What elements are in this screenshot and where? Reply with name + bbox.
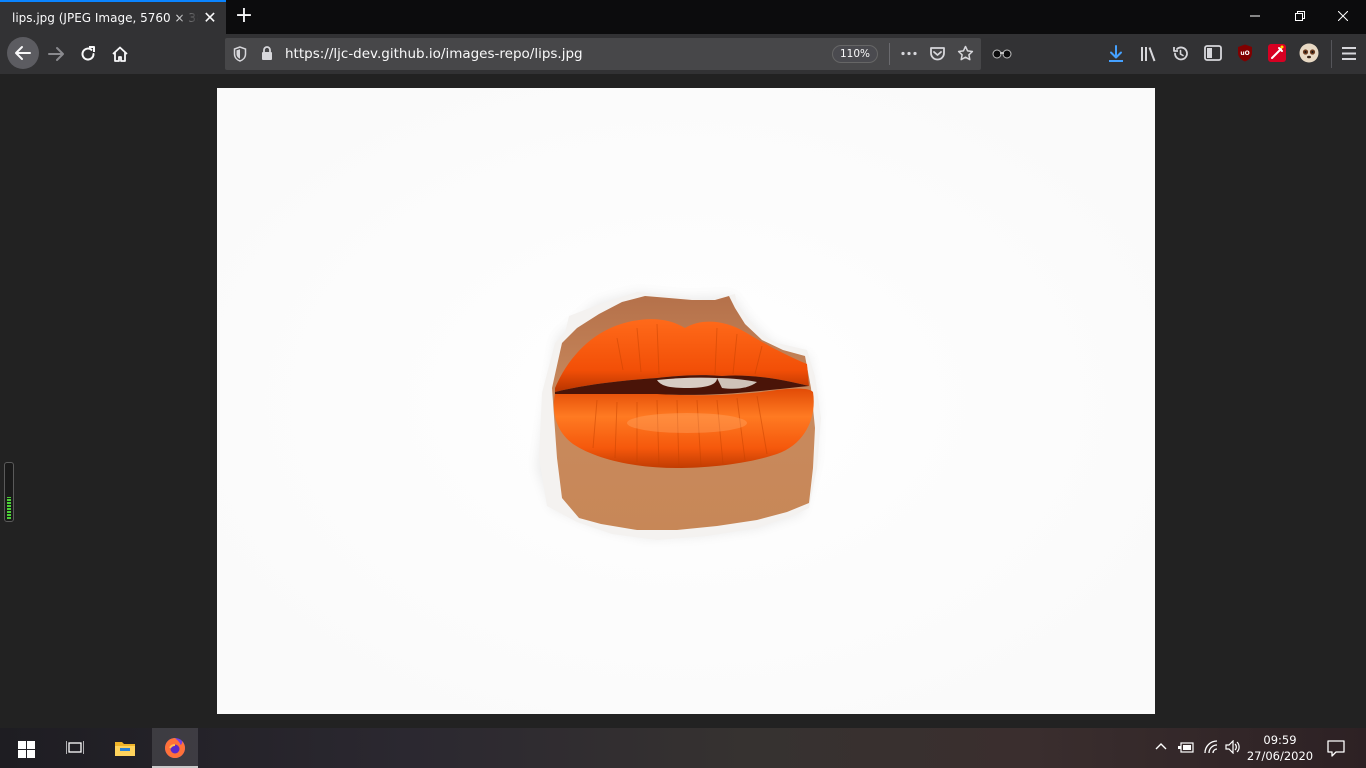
firefox-icon — [165, 738, 185, 758]
hamburger-menu-icon[interactable] — [1342, 47, 1356, 60]
lips-photo — [217, 88, 1155, 714]
tracking-protection-shield-icon[interactable] — [233, 46, 247, 62]
windows-taskbar: 09:59 27/06/2020 — [0, 728, 1366, 768]
downloads-icon[interactable] — [1108, 45, 1124, 63]
close-window-button[interactable] — [1320, 0, 1366, 32]
tab-lips-jpg[interactable]: lips.jpg (JPEG Image, 5760 × 3840 pixels… — [0, 0, 226, 34]
battery-icon[interactable] — [1178, 741, 1194, 753]
profile-avatar-icon[interactable] — [1299, 43, 1319, 63]
pocket-icon[interactable] — [929, 45, 946, 62]
task-view-icon — [66, 741, 84, 754]
svg-text:uO: uO — [1240, 50, 1249, 57]
sidebar-icon[interactable] — [1204, 45, 1222, 61]
close-tab-icon[interactable]: ✕ — [202, 10, 218, 26]
start-button[interactable] — [0, 728, 52, 768]
url-bar-divider — [889, 43, 890, 65]
home-button[interactable] — [104, 38, 136, 70]
windows-logo-icon — [18, 741, 35, 758]
ublock-origin-icon[interactable]: uO — [1237, 44, 1253, 62]
private-mask-icon[interactable] — [992, 49, 1012, 59]
task-view-button[interactable] — [52, 728, 98, 768]
toolbar-divider — [1331, 40, 1332, 68]
extension-red-icon[interactable] — [1268, 44, 1286, 62]
tab-title: lips.jpg (JPEG Image, 5760 × 3840 pixels… — [12, 11, 198, 25]
system-clock[interactable]: 09:59 27/06/2020 — [1244, 732, 1316, 764]
history-icon[interactable] — [1172, 45, 1189, 62]
folder-icon — [115, 742, 135, 756]
forward-button[interactable] — [40, 38, 72, 70]
clock-time: 09:59 — [1263, 733, 1297, 747]
back-button[interactable] — [7, 37, 39, 69]
wifi-icon[interactable] — [1204, 740, 1220, 754]
tab-strip: lips.jpg (JPEG Image, 5760 × 3840 pixels… — [0, 0, 1366, 34]
lock-icon[interactable] — [261, 46, 273, 61]
displayed-image[interactable] — [217, 88, 1155, 714]
minimize-button[interactable] — [1232, 0, 1278, 32]
zoom-level-badge[interactable]: 110% — [832, 45, 878, 63]
volume-level-fill — [7, 497, 11, 519]
volume-icon[interactable] — [1225, 740, 1241, 754]
address-bar[interactable]: https://ljc-dev.github.io/images-repo/li… — [225, 38, 981, 70]
volume-level-indicator — [4, 462, 14, 522]
new-tab-button[interactable]: + — [234, 5, 254, 27]
show-hidden-icons-icon[interactable] — [1155, 742, 1167, 750]
page-actions-menu-icon[interactable] — [901, 51, 917, 56]
content-viewport — [0, 74, 1366, 728]
file-explorer-button[interactable] — [102, 728, 148, 768]
restore-button[interactable] — [1277, 0, 1323, 32]
url-text[interactable]: https://ljc-dev.github.io/images-repo/li… — [285, 46, 583, 62]
firefox-taskbar-button[interactable] — [152, 728, 198, 768]
library-icon[interactable] — [1140, 45, 1158, 62]
clock-date: 27/06/2020 — [1246, 749, 1314, 763]
action-center-icon[interactable] — [1327, 740, 1345, 757]
navigation-toolbar: https://ljc-dev.github.io/images-repo/li… — [0, 34, 1366, 74]
bookmark-star-icon[interactable] — [957, 45, 974, 62]
reload-button[interactable] — [72, 38, 104, 70]
